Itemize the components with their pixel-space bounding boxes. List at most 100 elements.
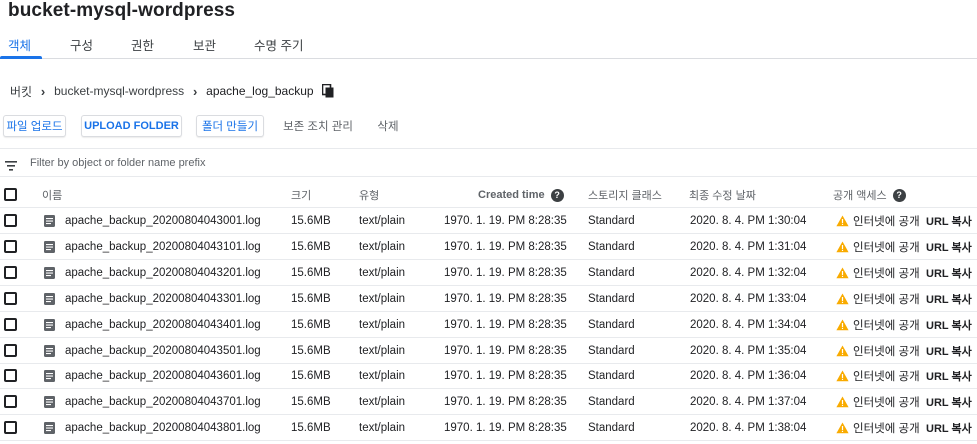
chevron-right-icon: ›	[40, 83, 46, 99]
table-row[interactable]: apache_backup_20200804043601.log 15.6MB te…	[0, 363, 977, 390]
copy-url-link[interactable]: URL 복사	[926, 368, 972, 384]
column-header-type[interactable]: 유형	[359, 182, 379, 208]
table-row[interactable]: apache_backup_20200804043801.log 15.6MB te…	[0, 415, 977, 442]
copy-url-link[interactable]: URL 복사	[926, 291, 972, 307]
document-icon	[44, 396, 55, 409]
object-name-cell: apache_backup_20200804043801.log	[44, 415, 261, 441]
column-header-name[interactable]: 이름	[42, 182, 62, 208]
object-name-cell: apache_backup_20200804043201.log	[44, 260, 261, 286]
object-name-link[interactable]: apache_backup_20200804043401.log	[65, 319, 261, 331]
create-folder-button[interactable]: 폴더 만들기	[196, 115, 264, 137]
document-icon	[44, 240, 55, 253]
copy-url-link[interactable]: URL 복사	[926, 213, 972, 229]
warning-icon	[836, 345, 849, 357]
object-name-link[interactable]: apache_backup_20200804043601.log	[65, 370, 261, 382]
type-cell: text/plain	[359, 292, 406, 305]
tab-configuration[interactable]: 구성	[70, 35, 93, 54]
column-header-modified[interactable]: 최종 수정 날짜	[689, 182, 756, 208]
column-header-public-access[interactable]: 공개 액세스 ?	[833, 182, 906, 208]
copy-url-cell: URL 복사	[926, 415, 972, 441]
storage-class-cell: Standard	[588, 344, 635, 357]
warning-icon	[836, 370, 849, 382]
object-name-link[interactable]: apache_backup_20200804043501.log	[65, 345, 261, 357]
copy-url-link[interactable]: URL 복사	[926, 239, 972, 255]
help-icon[interactable]: ?	[892, 188, 906, 202]
copy-url-link[interactable]: URL 복사	[926, 265, 972, 281]
copy-url-link[interactable]: URL 복사	[926, 317, 972, 333]
column-header-storage-class[interactable]: 스토리지 클래스	[588, 182, 662, 208]
public-access-status: 인터넷에 공개	[853, 319, 920, 332]
size-cell: 15.6MB	[291, 344, 331, 357]
copy-url-cell: URL 복사	[926, 389, 972, 415]
modified-time-cell: 2020. 8. 4. PM 1:33:04	[690, 292, 807, 305]
type-cell: text/plain	[359, 240, 406, 253]
manage-retention-button[interactable]: 보존 조치 관리	[278, 115, 358, 137]
column-header-size[interactable]: 크기	[291, 182, 311, 208]
row-checkbox[interactable]	[4, 421, 17, 435]
size-cell: 15.6MB	[291, 422, 331, 435]
tab-permissions[interactable]: 권한	[131, 35, 154, 54]
document-icon	[44, 422, 55, 435]
tab-retention[interactable]: 보관	[193, 35, 216, 54]
breadcrumb-buckets[interactable]: 버킷	[10, 83, 32, 100]
public-access-status: 인터넷에 공개	[853, 345, 920, 358]
warning-icon	[836, 396, 849, 408]
type-cell: text/plain	[359, 344, 406, 357]
upload-files-button[interactable]: 파일 업로드	[3, 115, 66, 137]
table-row[interactable]: apache_backup_20200804043201.log 15.6MB te…	[0, 260, 977, 286]
filter-list-icon[interactable]	[5, 158, 17, 171]
breadcrumb-bucket[interactable]: bucket-mysql-wordpress	[54, 84, 184, 98]
public-access-status: 인터넷에 공개	[853, 423, 920, 436]
size-cell: 15.6MB	[291, 318, 331, 331]
table-row[interactable]: apache_backup_20200804043501.log 15.6MB te…	[0, 338, 977, 364]
public-access-status: 인터넷에 공개	[853, 397, 920, 410]
help-icon[interactable]: ?	[550, 188, 564, 202]
tab-lifecycle[interactable]: 수명 주기	[254, 35, 303, 54]
type-cell: text/plain	[359, 266, 406, 279]
table-row[interactable]: apache_backup_20200804043701.log 15.6MB te…	[0, 389, 977, 416]
row-checkbox[interactable]	[4, 239, 17, 253]
column-header-created[interactable]: Created time ?	[478, 182, 564, 208]
storage-class-cell: Standard	[588, 215, 635, 227]
upload-folder-button[interactable]: UPLOAD FOLDER	[81, 115, 182, 137]
row-checkbox[interactable]	[4, 291, 17, 305]
created-time-cell: 1970. 1. 19. PM 8:28:35	[444, 370, 567, 383]
size-cell: 15.6MB	[291, 292, 331, 305]
public-access-cell: 인터넷에 공개	[836, 338, 920, 364]
copy-url-link[interactable]: URL 복사	[926, 394, 972, 410]
object-name-link[interactable]: apache_backup_20200804043201.log	[65, 267, 261, 279]
delete-button[interactable]: 삭제	[370, 115, 406, 137]
select-all-checkbox[interactable]	[4, 188, 17, 201]
row-checkbox[interactable]	[4, 265, 17, 279]
row-checkbox[interactable]	[4, 395, 17, 409]
modified-time-cell: 2020. 8. 4. PM 1:30:04	[690, 215, 807, 227]
copy-url-cell: URL 복사	[926, 312, 972, 338]
size-cell: 15.6MB	[291, 396, 331, 409]
storage-class-cell: Standard	[588, 422, 635, 435]
filter-input[interactable]	[30, 155, 530, 171]
object-name-link[interactable]: apache_backup_20200804043701.log	[65, 396, 261, 408]
copy-url-link[interactable]: URL 복사	[926, 420, 972, 436]
object-name-cell: apache_backup_20200804043701.log	[44, 389, 261, 415]
object-name-link[interactable]: apache_backup_20200804043101.log	[65, 241, 261, 253]
row-checkbox[interactable]	[4, 343, 17, 357]
table-row[interactable]: apache_backup_20200804043101.log 15.6MB te…	[0, 234, 977, 260]
object-name-cell: apache_backup_20200804043501.log	[44, 338, 261, 364]
table-row[interactable]: apache_backup_20200804043301.log 15.6MB te…	[0, 286, 977, 312]
object-name-link[interactable]: apache_backup_20200804043801.log	[65, 422, 261, 434]
row-checkbox[interactable]	[4, 369, 17, 383]
object-name-cell: apache_backup_20200804043401.log	[44, 312, 261, 338]
tab-objects[interactable]: 객체	[8, 35, 31, 54]
row-checkbox[interactable]	[4, 317, 17, 331]
modified-time-cell: 2020. 8. 4. PM 1:31:04	[690, 240, 807, 253]
size-cell: 15.6MB	[291, 266, 331, 279]
copy-icon[interactable]	[321, 83, 334, 98]
table-row[interactable]: apache_backup_20200804043401.log 15.6MB te…	[0, 312, 977, 338]
public-access-status: 인터넷에 공개	[853, 371, 920, 384]
modified-time-cell: 2020. 8. 4. PM 1:37:04	[690, 396, 807, 409]
object-name-link[interactable]: apache_backup_20200804043301.log	[65, 293, 261, 305]
row-checkbox[interactable]	[4, 214, 17, 227]
table-row[interactable]: apache_backup_20200804043001.log 15.6MB te…	[0, 208, 977, 234]
copy-url-link[interactable]: URL 복사	[926, 343, 972, 359]
object-name-link[interactable]: apache_backup_20200804043001.log	[65, 215, 261, 227]
